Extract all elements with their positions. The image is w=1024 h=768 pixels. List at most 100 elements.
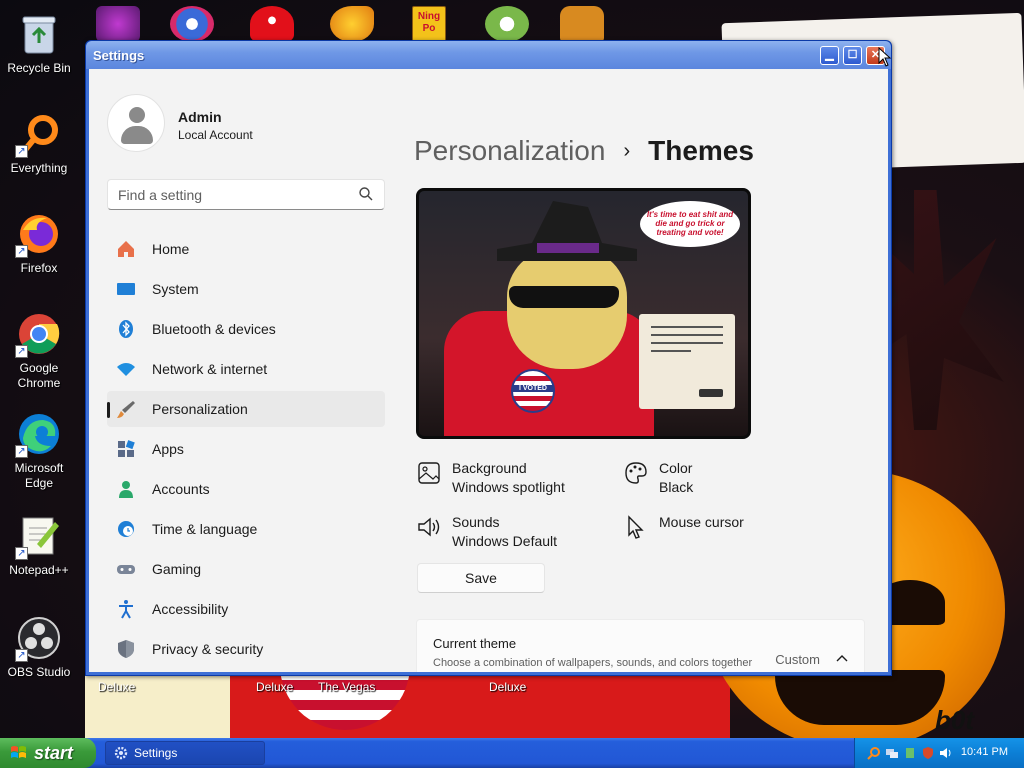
sidebar-item-time-language[interactable]: Time & language xyxy=(107,511,385,547)
chevron-up-icon[interactable] xyxy=(836,653,848,665)
desktop-icon-obs[interactable]: ↗ OBS Studio xyxy=(1,614,77,680)
sidebar-item-label: Home xyxy=(152,241,190,257)
sidebar-item-label: Apps xyxy=(152,441,184,457)
desktop-icon-label: Deluxe xyxy=(489,680,527,694)
theme-preview: I VOTED It's time to eat shit and die an… xyxy=(416,188,751,439)
window-titlebar[interactable]: Settings ▁ ☐ ✕ xyxy=(86,41,891,69)
start-button[interactable]: start xyxy=(0,738,96,768)
desktop-icon-firefox[interactable]: ↗ Firefox xyxy=(1,210,77,276)
sidebar-item-label: Gaming xyxy=(152,561,202,577)
mushroom-icon[interactable] xyxy=(250,6,294,42)
color-value: Black xyxy=(659,479,694,495)
ningpo-icon[interactable]: Ning Po xyxy=(412,6,446,42)
search-tray-icon[interactable] xyxy=(867,746,881,760)
pinball-icon[interactable] xyxy=(96,6,140,42)
mouse-cursor-icon xyxy=(628,515,644,539)
volume-icon[interactable] xyxy=(939,746,953,760)
preview-pin-text: I VOTED xyxy=(513,385,553,392)
gem-icon[interactable] xyxy=(170,6,214,42)
sidebar-item-label: Personalization xyxy=(152,401,248,417)
sidebar-item-apps[interactable]: Apps xyxy=(107,431,385,467)
palette-icon xyxy=(625,462,647,484)
desktop-icon-label: Everything xyxy=(10,161,68,175)
safely-remove-icon[interactable] xyxy=(903,746,917,760)
preview-window-mockup xyxy=(639,314,735,409)
window-title: Settings xyxy=(93,48,145,63)
sidebar-item-home[interactable]: Home xyxy=(107,231,385,267)
sidebar-item-gaming[interactable]: Gaming xyxy=(107,551,385,587)
sidebar-item-bluetooth[interactable]: Bluetooth & devices xyxy=(107,311,385,347)
current-theme-description: Choose a combination of wallpapers, soun… xyxy=(433,657,753,669)
current-theme-card[interactable]: Current theme Choose a combination of wa… xyxy=(416,619,865,672)
wifi-icon xyxy=(116,359,136,379)
breadcrumb-separator: › xyxy=(623,139,631,162)
desktop-icon-label: Notepad++ xyxy=(9,563,69,577)
desktop-icon-label: Microsoft Edge xyxy=(14,461,64,490)
clock[interactable]: 10:41 PM xyxy=(961,746,1008,758)
sidebar-item-system[interactable]: System xyxy=(107,271,385,307)
color-title: Color xyxy=(659,460,693,476)
goldfish-icon[interactable] xyxy=(330,6,374,42)
current-theme-value: Custom xyxy=(775,652,820,667)
sidebar-item-privacy[interactable]: Privacy & security xyxy=(107,631,385,667)
desktop-icon-edge[interactable]: ↗ Microsoft Edge xyxy=(1,410,77,491)
background-value: Windows spotlight xyxy=(452,479,565,495)
taskbar-item-settings[interactable]: Settings xyxy=(105,741,265,765)
mouse-cursor-title: Mouse cursor xyxy=(659,514,744,530)
color-setting[interactable]: Color Black xyxy=(623,459,693,497)
page-title: Themes xyxy=(648,135,754,166)
avatar[interactable] xyxy=(107,94,165,152)
desktop-icon-label: Google Chrome xyxy=(17,361,61,390)
sounds-title: Sounds xyxy=(452,514,500,530)
desktop-icon-recycle-bin[interactable]: Recycle Bin xyxy=(1,10,77,76)
desktop-icon-label: OBS Studio xyxy=(7,665,71,679)
notepadpp-icon: ↗ xyxy=(15,512,63,560)
desktop-icon-label: Firefox xyxy=(20,261,58,275)
background-title: Background xyxy=(452,460,527,476)
mouse-cursor-setting[interactable]: Mouse cursor xyxy=(623,513,744,540)
preview-voted-pin: I VOTED xyxy=(511,369,555,413)
breadcrumb-parent[interactable]: Personalization xyxy=(414,135,605,167)
chrome-icon: ↗ xyxy=(15,310,63,358)
sidebar-item-label: Network & internet xyxy=(152,361,268,377)
ningpo-badge-text: Ning Po xyxy=(417,11,441,34)
search-box[interactable] xyxy=(107,179,385,210)
sidebar-item-label: System xyxy=(152,281,199,297)
flower-icon[interactable] xyxy=(485,6,529,42)
taskbar-item-label: Settings xyxy=(134,746,178,760)
accessibility-icon xyxy=(116,599,136,619)
settings-window[interactable]: Settings ▁ ☐ ✕ Admin Local Account Home … xyxy=(85,40,892,676)
minimize-button[interactable]: ▁ xyxy=(820,46,839,65)
maximize-button[interactable]: ☐ xyxy=(843,46,862,65)
sidebar-item-label: Time & language xyxy=(152,521,258,537)
preview-face xyxy=(507,249,627,369)
network-tray-icon[interactable] xyxy=(885,746,899,760)
background-setting[interactable]: Background Windows spotlight xyxy=(416,459,565,497)
preview-speech-bubble: It's time to eat shit and die and go tri… xyxy=(640,201,740,247)
sidebar-item-network[interactable]: Network & internet xyxy=(107,351,385,387)
user-name: Admin xyxy=(178,109,222,125)
bluetooth-icon xyxy=(116,319,136,339)
save-button[interactable]: Save xyxy=(417,563,545,593)
windows-logo-icon xyxy=(11,746,26,758)
preview-sunglasses xyxy=(509,286,619,308)
sidebar-item-accessibility[interactable]: Accessibility xyxy=(107,591,385,627)
desktop-icon-chrome[interactable]: ↗ Google Chrome xyxy=(1,310,77,391)
system-icon xyxy=(116,279,136,299)
current-theme-title: Current theme xyxy=(433,636,517,651)
search-input[interactable] xyxy=(108,180,348,209)
home-icon xyxy=(116,239,136,259)
settings-gear-icon xyxy=(114,746,128,760)
shield-tray-icon[interactable] xyxy=(921,746,935,760)
spider-icon[interactable] xyxy=(560,6,604,42)
speaker-icon xyxy=(418,517,440,537)
system-tray: 10:41 PM xyxy=(854,738,1024,768)
start-label: start xyxy=(34,743,74,763)
desktop-icon-everything[interactable]: ↗ Everything xyxy=(1,110,77,176)
sounds-setting[interactable]: Sounds Windows Default xyxy=(416,513,557,551)
sidebar-item-accounts[interactable]: Accounts xyxy=(107,471,385,507)
desktop-icon-notepadpp[interactable]: ↗ Notepad++ xyxy=(1,512,77,578)
shield-icon xyxy=(116,639,136,659)
everything-search-icon: ↗ xyxy=(15,110,63,158)
sidebar-item-personalization[interactable]: Personalization xyxy=(107,391,385,427)
